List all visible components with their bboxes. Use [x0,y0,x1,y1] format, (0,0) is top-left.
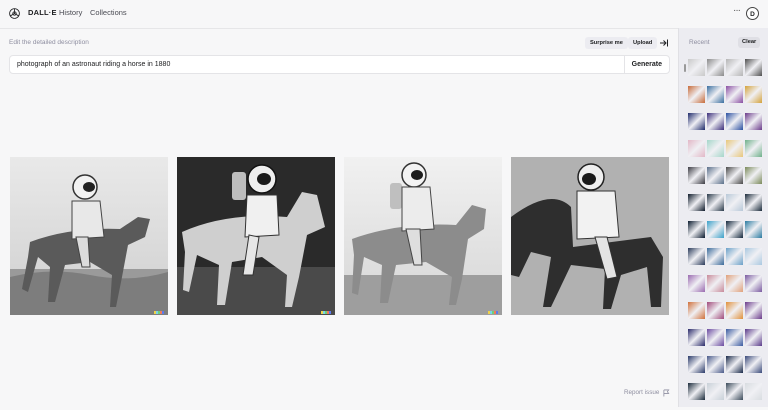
recent-thumbnail[interactable] [726,194,743,211]
recent-thumbnail[interactable] [726,86,743,103]
astronaut-horse-image [177,157,335,315]
recent-row [688,113,763,130]
dalle-signature [321,311,331,314]
recent-thumbnail[interactable] [688,302,705,319]
more-options-icon[interactable]: ··· [733,5,741,16]
recent-thumbnail[interactable] [745,248,762,265]
avatar[interactable]: D [746,7,759,20]
recent-row [688,194,763,211]
recent-row [688,356,763,373]
result-image-2[interactable] [177,157,335,315]
recent-thumbnail[interactable] [688,275,705,292]
nav-history[interactable]: History [59,8,82,17]
recent-thumbnail[interactable] [688,113,705,130]
recent-thumbnail[interactable] [745,221,762,238]
recent-thumbnail[interactable] [745,113,762,130]
astronaut-horse-image [511,157,669,315]
surprise-me-button[interactable]: Surprise me [585,37,628,49]
result-image-3[interactable] [344,157,502,315]
recent-thumbnail[interactable] [688,329,705,346]
recent-row [688,59,763,76]
recent-row [688,329,763,346]
result-image-1[interactable] [10,157,168,315]
recent-thumbnail[interactable] [726,140,743,157]
flag-icon[interactable] [663,389,670,397]
recent-thumbnail[interactable] [688,167,705,184]
recent-row [688,275,763,292]
collapse-sidebar-icon[interactable] [659,38,669,48]
recent-thumbnail[interactable] [707,356,724,373]
upload-button[interactable]: Upload [628,37,658,49]
recent-thumbnail[interactable] [707,329,724,346]
report-issue-link[interactable]: Report issue [624,389,659,396]
recent-thumbnail[interactable] [726,302,743,319]
recent-thumbnail[interactable] [726,59,743,76]
recent-sidebar: Recent Clear [678,28,768,407]
openai-logo-icon[interactable] [8,7,21,20]
recent-thumbnail[interactable] [726,221,743,238]
recent-thumbnail[interactable] [688,140,705,157]
prompt-text[interactable]: photograph of an astronaut riding a hors… [17,61,170,68]
recent-thumbnail[interactable] [726,167,743,184]
recent-title: Recent [689,39,710,46]
recent-thumbnail[interactable] [707,167,724,184]
recent-thumbnail[interactable] [745,329,762,346]
recent-thumbnail[interactable] [745,59,762,76]
astronaut-horse-image [10,157,168,315]
recent-thumbnail[interactable] [726,248,743,265]
astronaut-horse-image [344,157,502,315]
recent-thumbnail[interactable] [688,59,705,76]
recent-thumbnail[interactable] [745,194,762,211]
recent-thumbnail[interactable] [726,356,743,373]
recent-thumbnail[interactable] [745,302,762,319]
recent-thumbnail[interactable] [707,113,724,130]
recent-thumbnail[interactable] [726,383,743,400]
recent-thumbnail[interactable] [707,302,724,319]
result-image-4[interactable] [511,157,669,315]
recent-thumbnail[interactable] [707,194,724,211]
recent-row [688,86,763,103]
clear-button[interactable]: Clear [738,37,761,48]
recent-thumbnail[interactable] [707,86,724,103]
recent-thumbnail[interactable] [707,248,724,265]
recent-thumbnail[interactable] [707,383,724,400]
recent-row [688,248,763,265]
recent-thumbnail[interactable] [688,248,705,265]
prompt-label: Edit the detailed description [9,39,89,46]
recent-thumbnail[interactable] [726,329,743,346]
recent-row [688,140,763,157]
recent-thumbnail[interactable] [726,275,743,292]
recent-thumbnail[interactable] [688,194,705,211]
brand-title[interactable]: DALL·E [28,8,57,17]
top-bar: DALL·E History Collections ··· D [0,0,768,29]
dalle-signature [488,311,498,314]
recent-thumbnail[interactable] [707,59,724,76]
recent-thumbnail[interactable] [745,383,762,400]
dalle-signature [154,311,164,314]
recent-thumbnail[interactable] [688,86,705,103]
recent-thumbnail[interactable] [707,140,724,157]
recent-thumbnail[interactable] [745,275,762,292]
recent-thumbnail[interactable] [688,356,705,373]
recent-thumbnails [688,59,763,410]
recent-thumbnail[interactable] [688,383,705,400]
recent-row [688,167,763,184]
recent-thumbnail[interactable] [745,140,762,157]
recent-thumbnail[interactable] [745,356,762,373]
recent-row [688,221,763,238]
generate-button[interactable]: Generate [623,56,669,73]
recent-thumbnail[interactable] [726,113,743,130]
recent-thumbnail[interactable] [688,221,705,238]
recent-thumbnail[interactable] [745,167,762,184]
prompt-input[interactable]: photograph of an astronaut riding a hors… [9,55,670,74]
recent-thumbnail[interactable] [707,275,724,292]
recent-thumbnail[interactable] [707,221,724,238]
scrollbar-thumb[interactable] [684,64,686,72]
recent-thumbnail[interactable] [745,86,762,103]
recent-row [688,302,763,319]
recent-row [688,383,763,400]
nav-collections[interactable]: Collections [90,8,127,17]
